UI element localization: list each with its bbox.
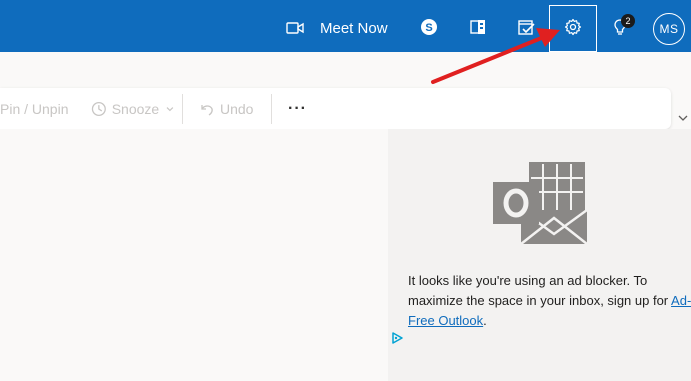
undo-icon <box>201 104 213 116</box>
notification-badge: 2 <box>621 14 635 28</box>
ad-message-period: . <box>483 313 487 328</box>
skype-icon: S <box>421 19 437 35</box>
settings-button[interactable] <box>560 14 586 40</box>
undo-button[interactable]: Undo <box>199 95 269 123</box>
meet-now-label: Meet Now <box>320 19 388 37</box>
profile-avatar[interactable]: MS <box>653 13 685 45</box>
office-apps-button[interactable] <box>465 14 491 40</box>
outlook-logo-icon <box>493 162 588 245</box>
undo-label: Undo <box>220 100 254 117</box>
adchoices-icon[interactable] <box>391 332 403 344</box>
app-header: Meet Now S 2 MS <box>0 0 691 52</box>
pin-unpin-button[interactable]: Pin / Unpin <box>0 95 82 123</box>
command-bar: Pin / Unpin Snooze Undo ··· <box>0 88 671 129</box>
video-camera-icon <box>286 22 304 34</box>
meet-now-button[interactable]: Meet Now <box>286 14 388 42</box>
skype-button[interactable]: S <box>416 14 442 40</box>
message-list-pane <box>0 129 388 381</box>
snooze-label: Snooze <box>111 100 160 117</box>
ad-blocker-message: It looks like you're using an ad blocker… <box>408 271 691 331</box>
snooze-button[interactable]: Snooze <box>91 95 175 123</box>
ad-message-text: It looks like you're using an ad blocker… <box>408 273 669 308</box>
office-apps-icon <box>470 20 485 34</box>
to-do-icon <box>518 20 535 35</box>
chevron-down-icon[interactable] <box>677 112 689 124</box>
chevron-down-icon <box>166 106 174 111</box>
to-do-button[interactable] <box>513 14 539 40</box>
clock-icon <box>91 101 106 116</box>
svg-text:S: S <box>425 22 432 34</box>
more-options-button[interactable]: ··· <box>288 95 307 123</box>
separator <box>182 93 183 124</box>
pin-unpin-label: Pin / Unpin <box>0 100 69 117</box>
separator <box>271 93 272 124</box>
settings-gear-icon <box>564 18 582 36</box>
